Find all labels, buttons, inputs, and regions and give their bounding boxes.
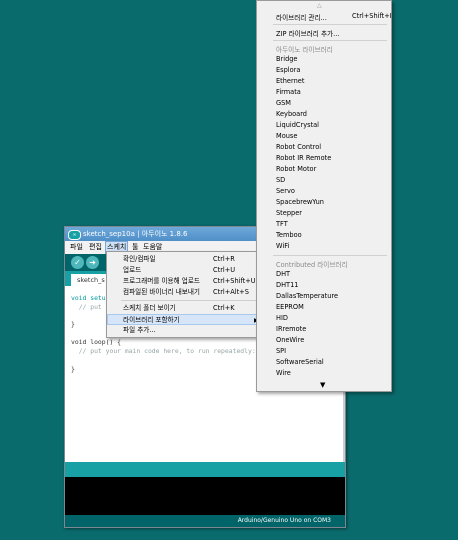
menu-item-add-file[interactable]: 파일 추가... [107,325,261,336]
checkmark-icon: ✓ [74,258,81,267]
library-item[interactable]: Ethernet [276,77,304,85]
menu-separator [121,300,257,301]
menu-item-show-folder[interactable]: 스케치 폴더 보이기 Ctrl+K [107,303,261,314]
library-item[interactable]: DallasTemperature [276,292,338,300]
arduino-logo-icon: ∞ [68,230,81,240]
sketch-menu: 확인/컴파일 Ctrl+R 업로드 Ctrl+U 프로그래머를 이용해 업로드 … [106,251,262,338]
status-bar [65,462,345,477]
library-item[interactable]: LiquidCrystal [276,121,319,129]
arrow-right-icon: ➜ [89,258,96,267]
code-line: } [71,320,75,328]
menu-separator [273,255,387,256]
library-item[interactable]: HID [276,314,288,322]
library-item[interactable]: Firmata [276,88,301,96]
scroll-up-icon[interactable]: △ [317,2,322,9]
library-item[interactable]: SoftwareSerial [276,358,324,366]
library-item[interactable]: DHT11 [276,281,298,289]
code-line: void loop() { [71,338,122,346]
scroll-down-icon[interactable]: ▼ [320,381,325,389]
menu-item-export-binary[interactable]: 컴파일된 바이너리 내보내기 Ctrl+Alt+S [107,287,261,298]
library-item[interactable]: Esplora [276,66,300,74]
code-line: void setup [71,294,110,302]
window-title: sketch_sep10a | 아두이노 1.8.6 [83,230,188,238]
library-item[interactable]: Keyboard [276,110,307,118]
library-item[interactable]: Wire [276,369,291,377]
code-line: // put your main code here, to run repea… [71,347,256,355]
menu-file[interactable]: 파일 [70,241,83,254]
library-item[interactable]: Servo [276,187,295,195]
library-item[interactable]: Mouse [276,132,297,140]
library-item[interactable]: Bridge [276,55,298,63]
contributed-libraries-header: Contributed 라이브러리 [276,261,348,269]
board-status: Arduino/Genuino Uno on COM3 [65,515,345,527]
library-item[interactable]: DHT [276,270,290,278]
verify-button[interactable]: ✓ [71,256,84,269]
menu-item-upload-programmer[interactable]: 프로그래머를 이용해 업로드 Ctrl+Shift+U [107,276,261,287]
menu-item-verify[interactable]: 확인/컴파일 Ctrl+R [107,254,261,265]
menu-item-manage-libraries[interactable]: 라이브러리 관리... Ctrl+Shift+I [276,12,392,22]
arduino-libraries-header: 아두이노 라이브러리 [276,46,333,54]
menu-separator [273,40,387,41]
menu-item-add-zip[interactable]: ZIP 라이브러리 추가... [276,28,339,38]
library-submenu: △ 라이브러리 관리... Ctrl+Shift+I ZIP 라이브러리 추가.… [256,0,392,392]
library-item[interactable]: GSM [276,99,291,107]
code-line: // put y [71,303,110,311]
library-item[interactable]: Robot Control [276,143,321,151]
menu-separator [273,24,387,25]
library-item[interactable]: Robot Motor [276,165,316,173]
board-label: Arduino/Genuino Uno on COM3 [237,517,331,524]
library-item[interactable]: EEPROM [276,303,304,311]
library-item[interactable]: Robot IR Remote [276,154,331,162]
menu-item-upload[interactable]: 업로드 Ctrl+U [107,265,261,276]
menu-edit[interactable]: 편집 [89,241,102,254]
library-item[interactable]: OneWire [276,336,304,344]
library-item[interactable]: WiFi [276,242,289,250]
library-item[interactable]: TFT [276,220,288,228]
menu-item-include-library[interactable]: 라이브러리 포함하기 ▶ [107,314,261,325]
code-line: } [71,365,75,373]
library-item[interactable]: SpacebrewYun [276,198,324,206]
library-item[interactable]: Stepper [276,209,302,217]
upload-button[interactable]: ➜ [86,256,99,269]
library-item[interactable]: Temboo [276,231,302,239]
library-item[interactable]: SD [276,176,285,184]
console-output [65,477,345,515]
library-item[interactable]: SPI [276,347,286,355]
library-item[interactable]: IRremote [276,325,306,333]
